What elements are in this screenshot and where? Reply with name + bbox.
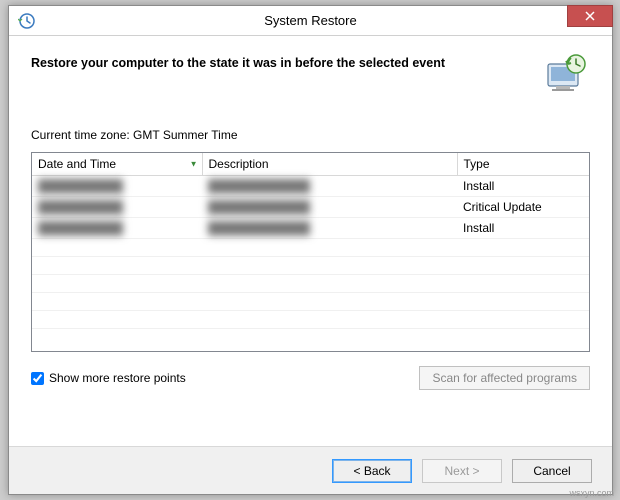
titlebar: System Restore: [9, 6, 612, 36]
show-more-checkbox[interactable]: [31, 372, 44, 385]
cell-type: Critical Update: [457, 197, 589, 218]
system-restore-window: System Restore Restore your computer to …: [8, 5, 613, 495]
column-header-description[interactable]: Description: [202, 153, 457, 176]
cell-date: ██████████: [38, 200, 123, 214]
cancel-button[interactable]: Cancel: [512, 459, 592, 483]
system-restore-icon: [15, 9, 39, 33]
column-header-date[interactable]: Date and Time ▼: [32, 153, 202, 176]
scan-affected-button[interactable]: Scan for affected programs: [419, 366, 590, 390]
cell-description: ████████████: [208, 200, 310, 214]
watermark: wsxyn.com: [569, 488, 614, 498]
table-row[interactable]: ██████████ ████████████ Install: [32, 176, 589, 197]
table-row[interactable]: [32, 257, 589, 275]
next-button[interactable]: Next >: [422, 459, 502, 483]
table-row[interactable]: ██████████ ████████████ Install: [32, 218, 589, 239]
timezone-label: Current time zone: GMT Summer Time: [31, 128, 590, 142]
cell-date: ██████████: [38, 221, 123, 235]
cell-description: ████████████: [208, 221, 310, 235]
show-more-checkbox-row[interactable]: Show more restore points: [31, 371, 186, 385]
window-title: System Restore: [9, 13, 612, 28]
show-more-label: Show more restore points: [49, 371, 186, 385]
dialog-footer: < Back Next > Cancel: [9, 446, 612, 494]
table-row[interactable]: ██████████ ████████████ Critical Update: [32, 197, 589, 218]
cell-type: Install: [457, 218, 589, 239]
column-header-date-label: Date and Time: [38, 157, 116, 171]
column-header-type[interactable]: Type: [457, 153, 589, 176]
cell-description: ████████████: [208, 179, 310, 193]
restore-monitor-icon: [542, 50, 590, 98]
dialog-body: Restore your computer to the state it wa…: [9, 36, 612, 400]
close-button[interactable]: [567, 5, 613, 27]
cell-type: Install: [457, 176, 589, 197]
sort-indicator-icon: ▼: [190, 160, 198, 169]
cell-date: ██████████: [38, 179, 123, 193]
table-row[interactable]: [32, 293, 589, 311]
restore-points-table[interactable]: Date and Time ▼ Description Type ███████…: [31, 152, 590, 352]
page-heading: Restore your computer to the state it wa…: [31, 50, 532, 70]
table-row[interactable]: [32, 239, 589, 257]
table-row[interactable]: [32, 275, 589, 293]
back-button[interactable]: < Back: [332, 459, 412, 483]
table-row[interactable]: [32, 311, 589, 329]
